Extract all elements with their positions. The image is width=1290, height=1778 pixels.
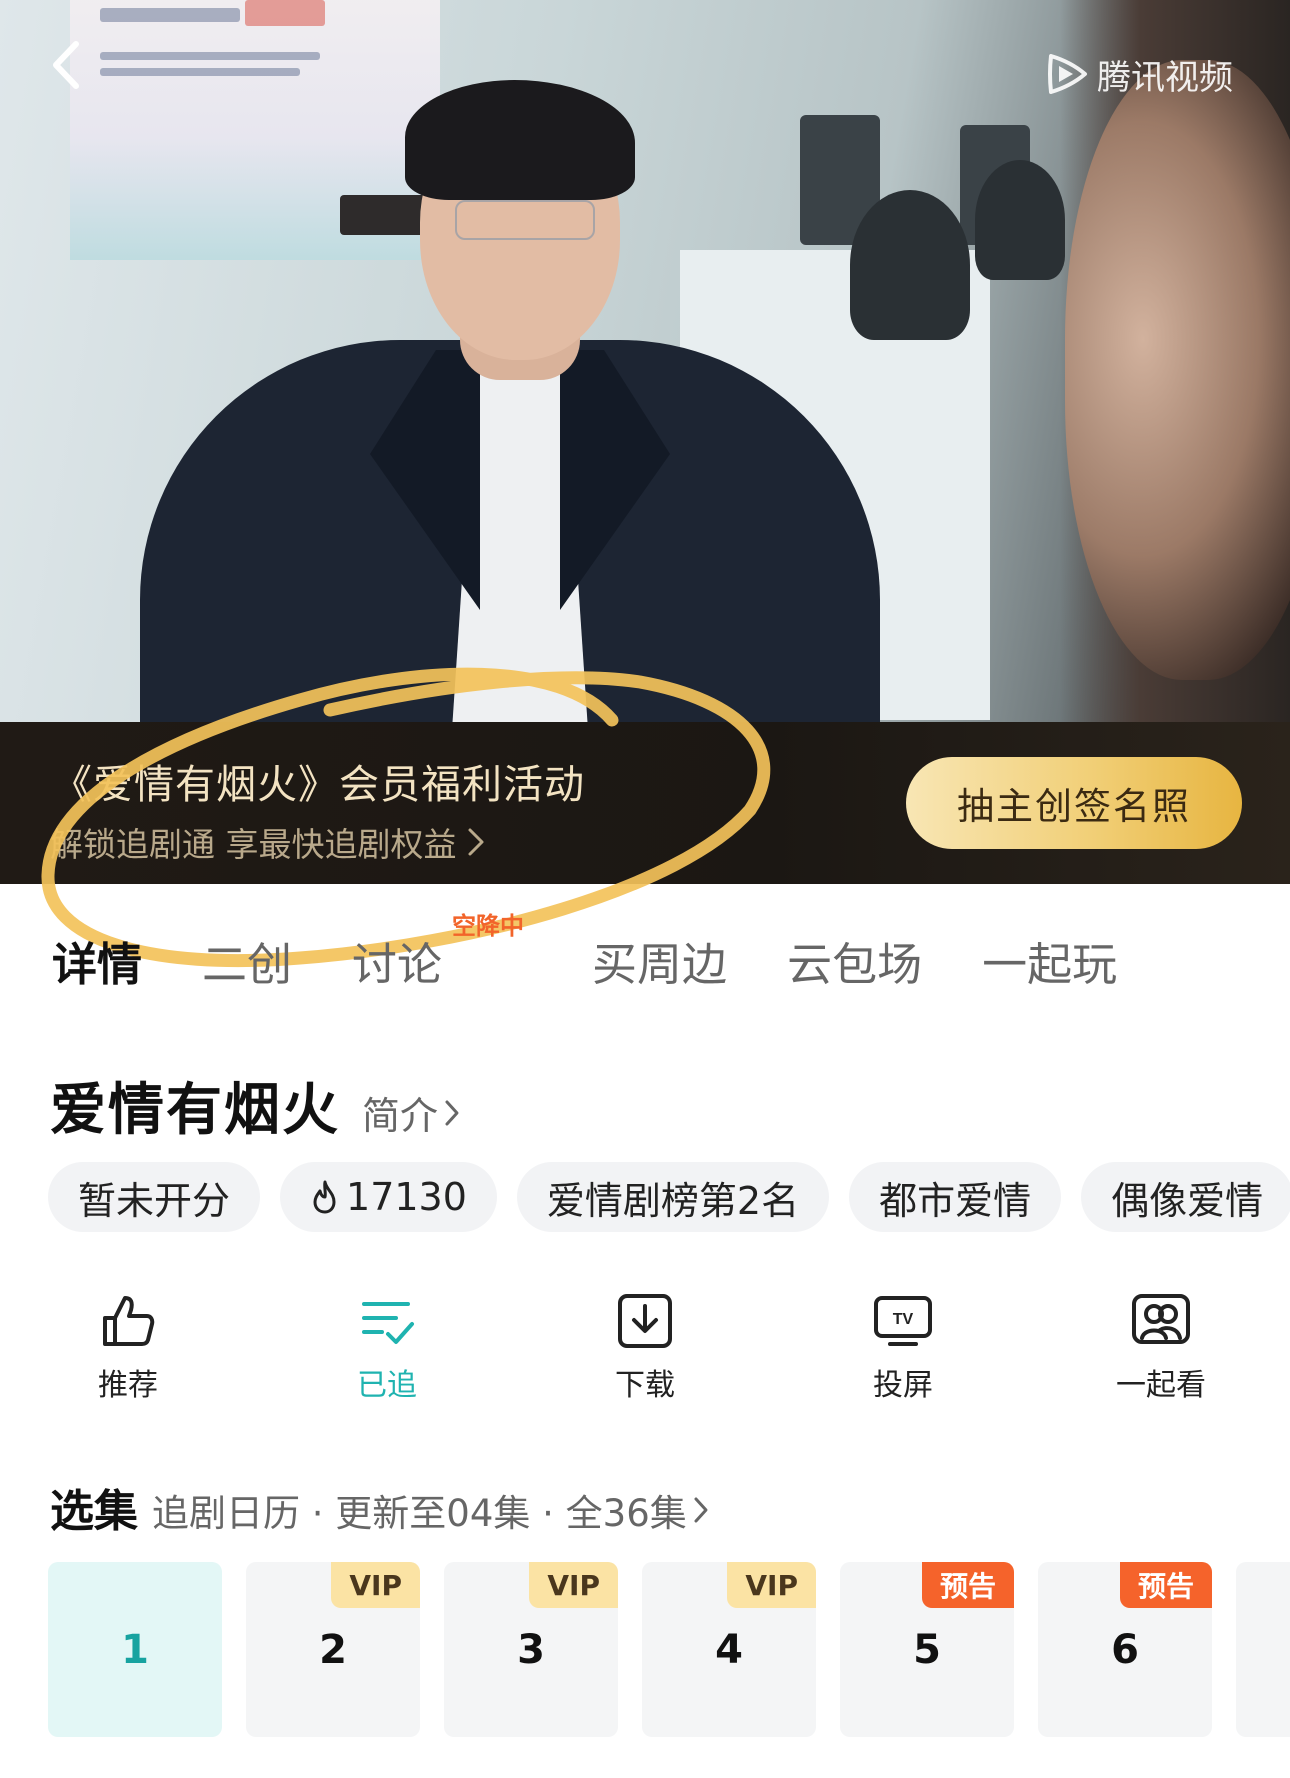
download-button[interactable]: 下载 xyxy=(565,1290,725,1404)
tencent-video-logo: 腾讯视频 xyxy=(1045,52,1233,98)
episode-6[interactable]: 6 预告 xyxy=(1038,1562,1212,1737)
foreground-person xyxy=(1065,60,1290,680)
actor-figure xyxy=(120,40,880,722)
episode-section-title: 选集 xyxy=(50,1486,138,1537)
vip-badge: VIP xyxy=(529,1562,618,1608)
intro-label: 简介 xyxy=(362,1094,439,1138)
chevron-left-icon xyxy=(53,41,79,89)
genre-chip[interactable]: 都市爱情 xyxy=(849,1162,1062,1232)
promo-title: 《爱情有烟火》会员福利活动 xyxy=(52,762,585,808)
show-header: 爱情有烟火 简介 xyxy=(50,1065,460,1146)
episode-1[interactable]: 1 xyxy=(48,1562,222,1737)
episode-next-partial[interactable] xyxy=(1236,1562,1290,1737)
episode-2[interactable]: 2 VIP xyxy=(246,1562,420,1737)
genre-chip[interactable]: 偶像爱情 xyxy=(1081,1162,1290,1232)
download-icon xyxy=(618,1294,672,1348)
vip-badge: VIP xyxy=(331,1562,420,1608)
promo-subtitle-link[interactable]: 解锁追剧通 享最快追剧权益 xyxy=(50,818,485,866)
tab-fan-creations[interactable]: 二创 xyxy=(202,928,292,993)
episode-list: 1 2 VIP 3 VIP 4 VIP 5 预告 6 预告 xyxy=(48,1562,1290,1737)
flame-icon xyxy=(313,1180,336,1214)
back-button[interactable] xyxy=(46,40,86,90)
live-badge: 空降中 xyxy=(452,911,525,940)
video-player[interactable]: 腾讯视频 xyxy=(0,0,1290,722)
tab-play-together[interactable]: 一起玩 xyxy=(982,928,1117,993)
promo-subtitle: 解锁追剧通 享最快追剧权益 xyxy=(50,825,457,864)
tab-details[interactable]: 详情 xyxy=(52,928,142,993)
recommend-button[interactable]: 推荐 xyxy=(48,1290,208,1404)
action-bar: 推荐 已追 下载 TV 投屏 一起看 xyxy=(0,1290,1290,1410)
cast-button[interactable]: TV 投屏 xyxy=(823,1290,983,1404)
episode-5[interactable]: 5 预告 xyxy=(840,1562,1014,1737)
episode-4[interactable]: 4 VIP xyxy=(642,1562,816,1737)
episode-meta-link[interactable]: 追剧日历 · 更新至04集 · 全36集 xyxy=(152,1483,709,1537)
chevron-right-icon xyxy=(694,1497,708,1523)
chevron-right-icon xyxy=(468,828,483,856)
watch-together-button[interactable]: 一起看 xyxy=(1081,1290,1241,1404)
preview-badge: 预告 xyxy=(1119,1562,1212,1608)
preview-badge: 预告 xyxy=(921,1562,1014,1608)
intro-link[interactable]: 简介 xyxy=(362,1085,460,1140)
ranking-chip[interactable]: 爱情剧榜第2名 xyxy=(516,1162,830,1232)
vip-badge: VIP xyxy=(727,1562,816,1608)
followed-list-icon xyxy=(362,1302,414,1344)
followed-button[interactable]: 已追 xyxy=(307,1290,467,1404)
tab-cloud-screening[interactable]: 云包场 xyxy=(787,928,922,993)
heat-chip[interactable]: 17130 xyxy=(280,1162,497,1232)
tv-cast-icon: TV xyxy=(874,1296,932,1346)
show-title: 爱情有烟火 xyxy=(50,1078,340,1143)
rating-chip[interactable]: 暂未开分 xyxy=(48,1162,261,1232)
member-promo-banner[interactable]: 《爱情有烟火》会员福利活动 解锁追剧通 享最快追剧权益 抽主创签名照 xyxy=(0,722,1290,884)
tag-chips: 暂未开分 17130 爱情剧榜第2名 都市爱情 偶像爱情 xyxy=(48,1162,1290,1232)
watch-together-icon xyxy=(1132,1294,1190,1344)
episode-header: 选集 追剧日历 · 更新至04集 · 全36集 xyxy=(50,1475,709,1539)
brand-name: 腾讯视频 xyxy=(1097,57,1233,98)
tab-discussion[interactable]: 讨论 空降中 xyxy=(352,912,524,993)
thumbs-up-icon xyxy=(103,1296,155,1346)
chevron-right-icon xyxy=(445,1100,459,1125)
episode-3[interactable]: 3 VIP xyxy=(444,1562,618,1737)
svg-text:TV: TV xyxy=(893,1311,914,1328)
tab-merchandise[interactable]: 买周边 xyxy=(592,928,727,993)
play-logo-icon xyxy=(1048,54,1087,94)
signed-photo-button[interactable]: 抽主创签名照 xyxy=(906,757,1242,849)
detail-tabs: 详情 二创 讨论 空降中 买周边 云包场 一起玩 xyxy=(52,912,1177,993)
